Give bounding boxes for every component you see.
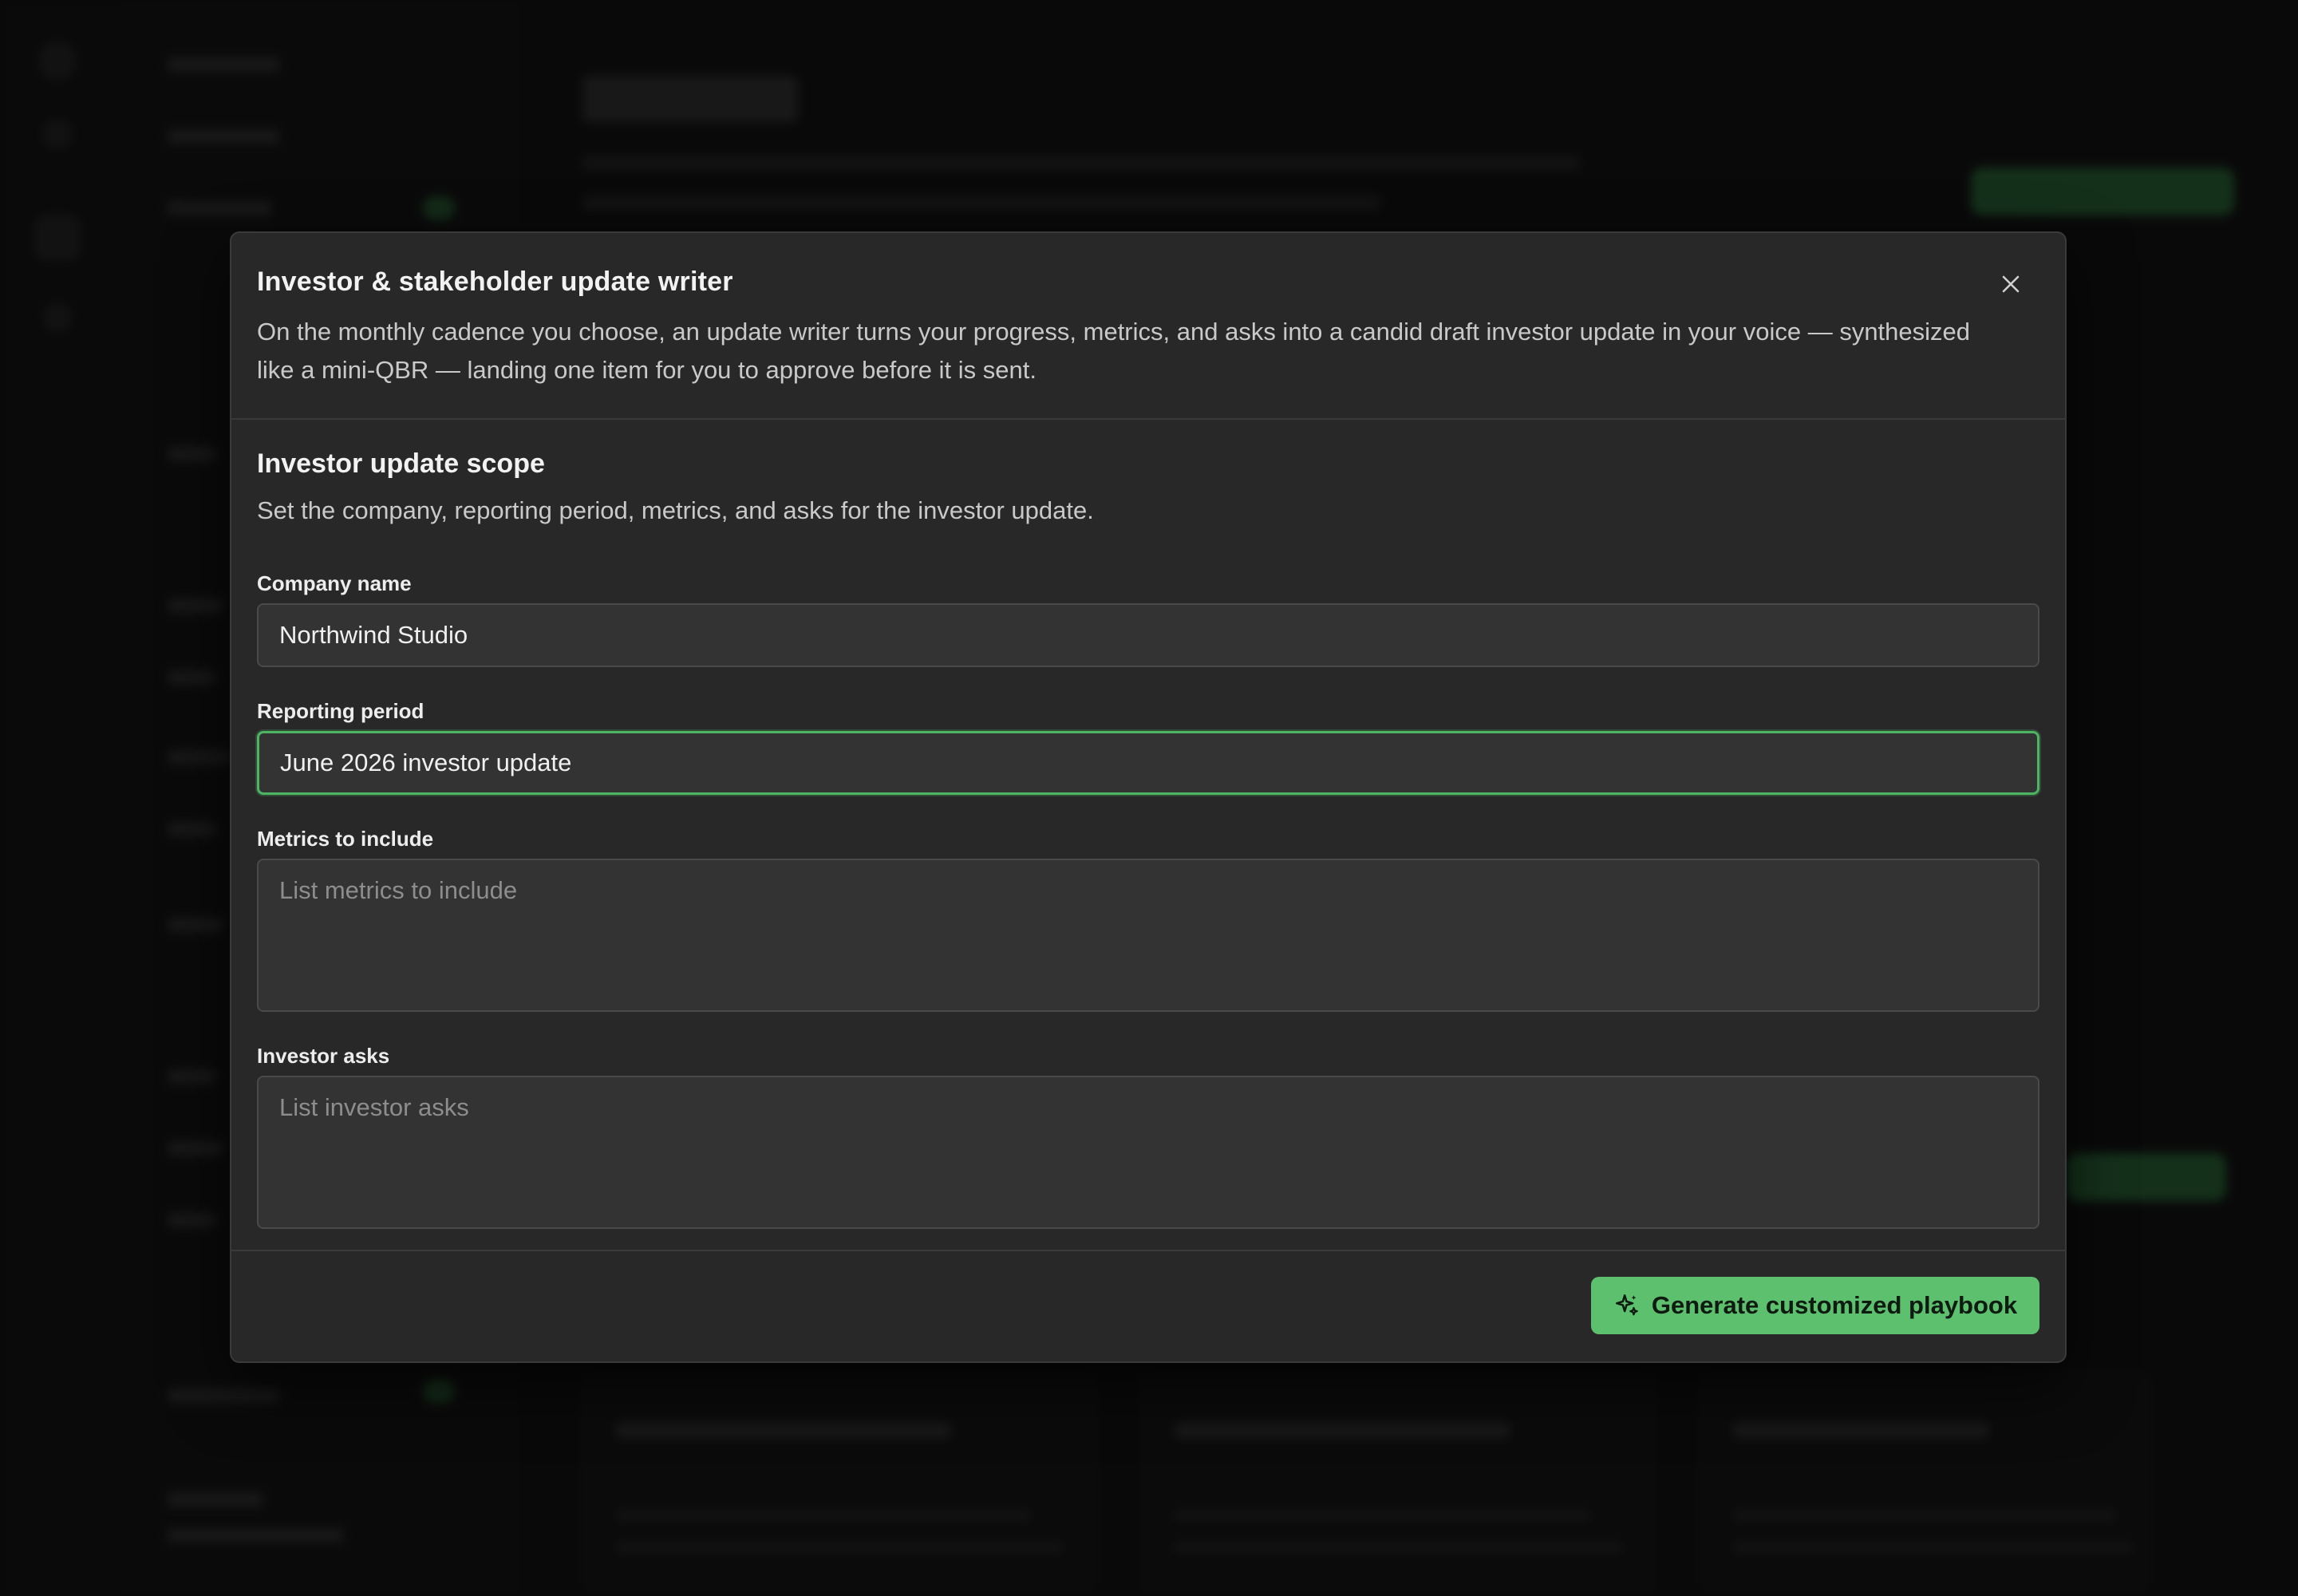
generate-button-label: Generate customized playbook [1651, 1291, 2018, 1319]
generate-playbook-button[interactable]: Generate customized playbook [1591, 1277, 2039, 1334]
reporting-period-input[interactable] [257, 731, 2039, 795]
dialog-header: Investor & stakeholder update writer On … [231, 233, 2065, 420]
section-description: Set the company, reporting period, metri… [257, 496, 1094, 524]
sparkles-icon [1615, 1294, 1638, 1316]
dialog-title: Investor & stakeholder update writer [257, 267, 733, 297]
metrics-label: Metrics to include [257, 827, 434, 851]
company-name-input[interactable] [257, 603, 2039, 667]
dialog-description: On the monthly cadence you choose, an up… [257, 318, 1971, 384]
investor-asks-label: Investor asks [257, 1044, 390, 1068]
close-icon [2002, 275, 2020, 293]
dialog-footer: Generate customized playbook [231, 1250, 2065, 1361]
close-button[interactable] [1992, 265, 2030, 303]
playbook-dialog: Investor & stakeholder update writer On … [230, 231, 2067, 1363]
investor-asks-textarea[interactable] [257, 1076, 2039, 1229]
metrics-textarea[interactable] [257, 859, 2039, 1012]
company-name-label: Company name [257, 571, 412, 595]
reporting-period-label: Reporting period [257, 699, 424, 723]
section-title: Investor update scope [257, 448, 545, 479]
